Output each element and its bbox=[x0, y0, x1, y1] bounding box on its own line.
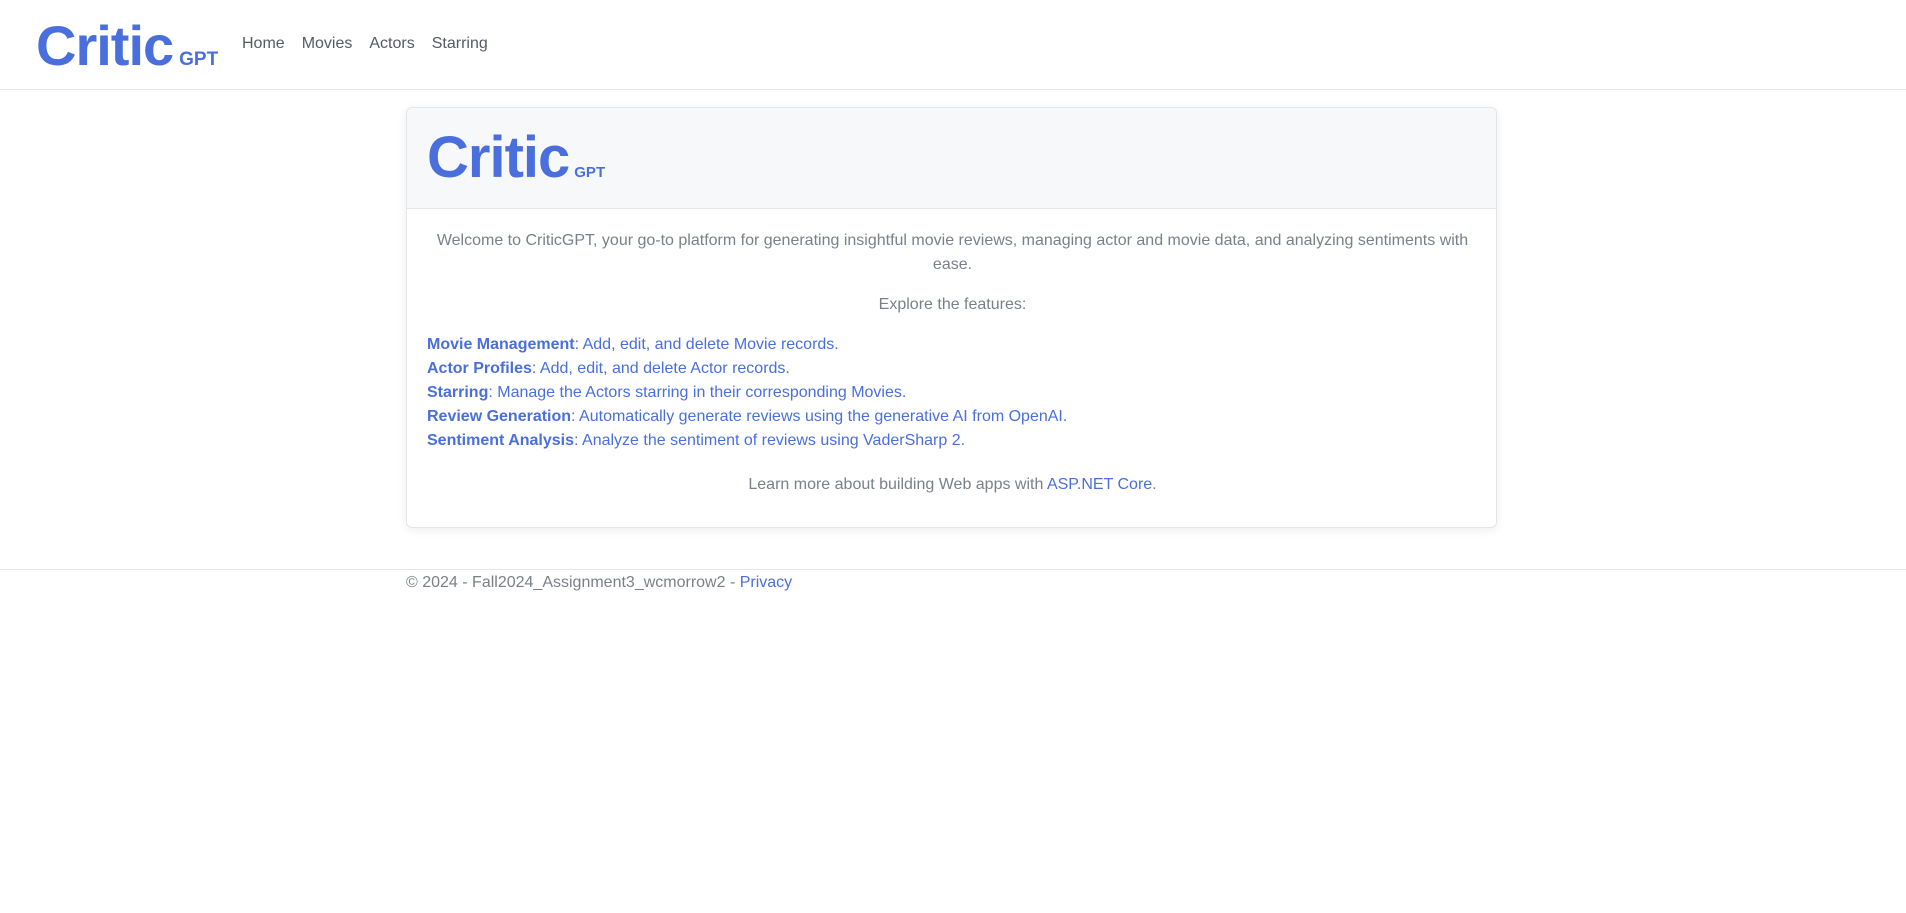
list-item: Review Generation: Automatically generat… bbox=[427, 405, 1067, 429]
card-brand-suffix: GPT bbox=[574, 164, 606, 181]
list-item: Starring: Manage the Actors starring in … bbox=[427, 381, 1067, 405]
footer: © 2024 - Fall2024_Assignment3_wcmorrow2 … bbox=[406, 572, 792, 594]
feature-description: : Automatically generate reviews using t… bbox=[571, 408, 1068, 425]
navbar: Critic GPT Home Movies Actors Starring bbox=[0, 0, 1906, 90]
nav-link-home[interactable]: Home bbox=[242, 34, 285, 54]
copyright-text: © 2024 - Fall2024_Assignment3_wcmorrow2 … bbox=[406, 574, 740, 591]
feature-description: : Manage the Actors starring in their co… bbox=[488, 384, 907, 401]
feature-title: Actor Profiles bbox=[427, 360, 532, 377]
feature-title: Movie Management bbox=[427, 336, 575, 353]
list-item: Movie Management: Add, edit, and delete … bbox=[427, 333, 1067, 357]
list-item: Actor Profiles: Add, edit, and delete Ac… bbox=[427, 357, 1067, 381]
privacy-link[interactable]: Privacy bbox=[740, 574, 792, 591]
feature-title: Sentiment Analysis bbox=[427, 432, 575, 449]
card-brand-logo: Critic GPT bbox=[427, 126, 605, 190]
card-brand-name: Critic bbox=[427, 125, 570, 190]
brand-logo-link[interactable]: Critic GPT bbox=[36, 14, 218, 78]
feature-title: Starring bbox=[427, 384, 489, 401]
feature-list: Movie Management: Add, edit, and delete … bbox=[427, 333, 1067, 453]
feature-description: : Add, edit, and delete Movie records. bbox=[574, 336, 839, 353]
main-nav: Home Movies Actors Starring bbox=[242, 34, 505, 54]
nav-link-starring[interactable]: Starring bbox=[432, 34, 488, 54]
card-header: Critic GPT bbox=[407, 108, 1496, 209]
list-item: Sentiment Analysis: Analyze the sentimen… bbox=[427, 429, 1067, 453]
nav-link-actors[interactable]: Actors bbox=[369, 34, 414, 54]
learn-more-text: Learn more about building Web apps with … bbox=[427, 473, 1478, 497]
feature-description: : Add, edit, and delete Actor records. bbox=[531, 360, 790, 377]
brand-suffix: GPT bbox=[179, 49, 219, 70]
learn-more-suffix: . bbox=[1152, 476, 1157, 493]
feature-description: : Analyze the sentiment of reviews using… bbox=[574, 432, 966, 449]
brand-name: Critic bbox=[36, 14, 174, 77]
nav-link-movies[interactable]: Movies bbox=[302, 34, 353, 54]
aspnet-core-link[interactable]: ASP.NET Core bbox=[1047, 476, 1152, 493]
welcome-text: Welcome to CriticGPT, your go-to platfor… bbox=[436, 232, 1469, 273]
footer-divider bbox=[0, 569, 1906, 570]
feature-title: Review Generation bbox=[427, 408, 572, 425]
welcome-card: Critic GPT Welcome to CriticGPT, your go… bbox=[406, 107, 1497, 528]
learn-more-prefix: Learn more about building Web apps with bbox=[748, 476, 1047, 493]
explore-heading: Explore the features: bbox=[878, 296, 1027, 313]
